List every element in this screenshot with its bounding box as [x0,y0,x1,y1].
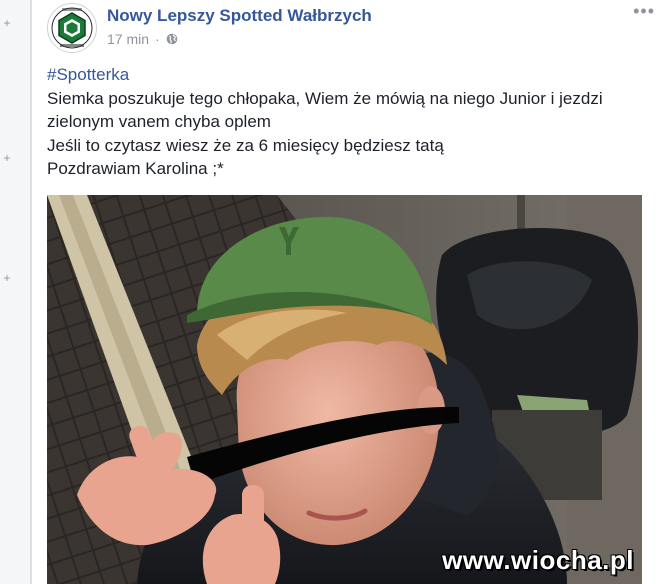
watermark: www.wiocha.pl [442,545,634,575]
globe-icon[interactable] [166,33,178,45]
post-text: #Spotterka Siemka poszukuje tego chłopak… [47,63,647,181]
more-options-button[interactable]: ••• [633,2,655,20]
left-gutter: + + + [0,0,31,584]
hashtag-link[interactable]: #Spotterka [47,63,647,87]
post-meta: 17 min · [107,31,178,47]
post-card: Nowy Lepszy Spotted Wałbrzych 17 min · •… [31,0,672,584]
post-timestamp[interactable]: 17 min [107,31,149,47]
post-text-line-2: zielonym vanem chyba oplem [47,112,271,131]
gutter-plus-2[interactable]: + [0,152,14,164]
post-text-line-3: Jeśli to czytasz wiesz że za 6 miesięcy … [47,135,444,155]
page-avatar[interactable] [47,3,97,53]
post-text-line-1: Siemka poszukuje tego chłopaka, Wiem że … [47,88,603,108]
page-name-link[interactable]: Nowy Lepszy Spotted Wałbrzych [107,6,372,26]
gutter-plus-1[interactable]: + [0,17,14,29]
post-photo[interactable]: www.wiocha.pl [47,195,642,584]
photo-illustration [47,195,642,584]
profile-logo-icon [49,5,95,51]
gutter-plus-3[interactable]: + [0,272,14,284]
post-text-line-4: Pozdrawiam Karolina ;* [47,159,224,178]
meta-separator: · [155,31,160,47]
